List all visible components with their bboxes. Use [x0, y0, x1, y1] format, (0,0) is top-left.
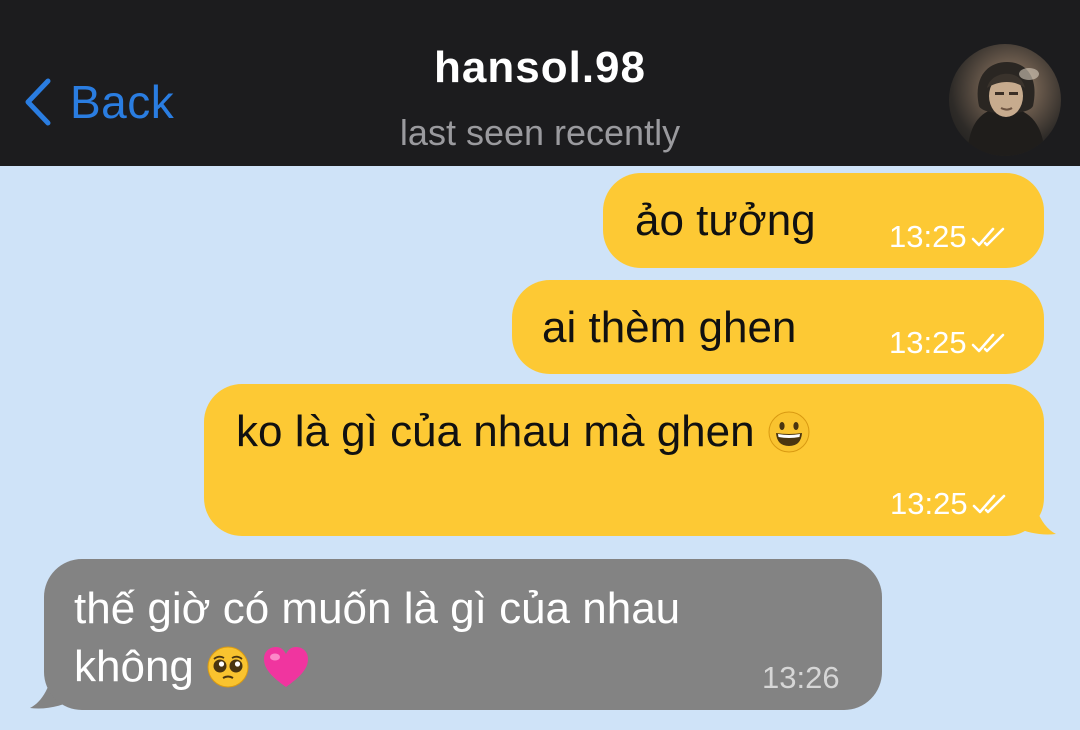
- last-seen-status: last seen recently: [399, 112, 681, 153]
- message-time: 13:26: [762, 660, 840, 695]
- message-meta: 13:25: [890, 486, 1010, 522]
- message-meta: 13:25: [889, 325, 1009, 361]
- message-text: ai thèm ghen: [542, 303, 797, 352]
- message-bubble-incoming[interactable]: thế giờ có muốn là gì của nhau không 13:…: [44, 559, 882, 710]
- message-text-content: không: [74, 642, 194, 691]
- pleading-face-emoji: [207, 646, 249, 688]
- message-meta: 13:25: [889, 219, 1009, 255]
- message-text-line-1: thế giờ có muốn là gì của nhau: [74, 584, 681, 633]
- pink-heart-emoji: [264, 647, 309, 687]
- message-time: 13:25: [890, 486, 968, 521]
- grinning-face-emoji: [768, 411, 810, 453]
- message-text-line-2: không: [74, 639, 310, 695]
- message-bubble-outgoing[interactable]: ko là gì của nhau mà ghen 13:25: [204, 384, 1044, 536]
- contact-name: hansol.98: [434, 43, 646, 92]
- message-time: 13:25: [889, 219, 967, 254]
- message-meta: 13:26: [762, 660, 840, 696]
- avatar[interactable]: [949, 44, 1061, 156]
- chat-header: Back hansol.98 last seen recently: [0, 0, 1080, 166]
- title-area[interactable]: hansol.98 last seen recently: [0, 40, 1080, 158]
- double-check-icon: [971, 333, 1004, 353]
- message-text: ảo tưởng: [635, 196, 816, 245]
- double-check-icon: [971, 227, 1004, 247]
- message-time: 13:25: [889, 325, 967, 360]
- message-bubble-outgoing[interactable]: ai thèm ghen 13:25: [512, 280, 1044, 374]
- double-check-icon: [972, 494, 1005, 514]
- avatar-image: [967, 62, 1045, 156]
- message-bubble-outgoing[interactable]: ảo tưởng 13:25: [603, 173, 1044, 268]
- message-text: ko là gì của nhau mà ghen: [236, 404, 811, 460]
- message-text-content: ko là gì của nhau mà ghen: [236, 407, 755, 456]
